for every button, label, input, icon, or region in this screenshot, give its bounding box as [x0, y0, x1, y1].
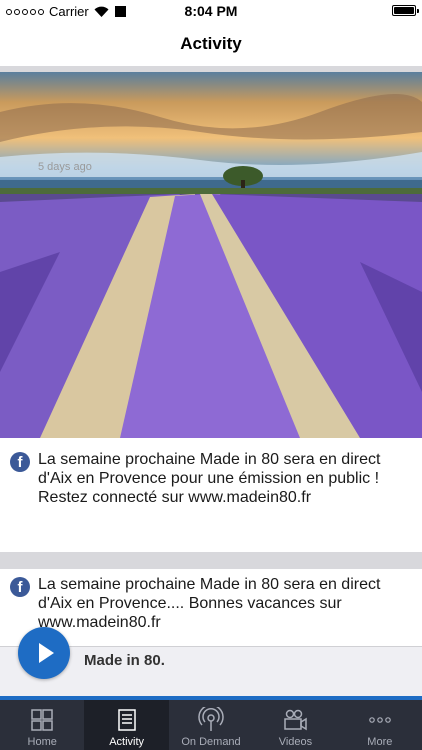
newspaper-icon: [117, 709, 136, 731]
tab-label: More: [367, 736, 393, 748]
status-time: 8:04 PM: [184, 3, 238, 19]
play-icon: [39, 643, 54, 663]
tab-home[interactable]: Home: [0, 700, 84, 750]
facebook-icon: f: [10, 577, 30, 597]
tab-label: Home: [27, 736, 57, 748]
post-text: La semaine prochaine Made in 80 sera en …: [38, 451, 381, 506]
more-icon: [369, 717, 391, 723]
post-timestamp: 5 days ago: [38, 161, 92, 173]
tab-label: On Demand: [181, 736, 241, 748]
feed-card[interactable]: f La semaine prochaine Made in 80 sera e…: [0, 72, 422, 552]
tab-label: Activity: [109, 736, 145, 748]
hero-photo: [0, 72, 422, 438]
tab-activity[interactable]: Activity: [84, 700, 169, 750]
podcast-icon: [198, 707, 224, 731]
post-item[interactable]: f La semaine prochaine Made in 80 sera e…: [0, 438, 422, 507]
grid-icon: [31, 709, 53, 731]
tab-bar: Home Activity On Demand Videos More: [0, 700, 422, 750]
page-title: Activity: [180, 34, 242, 53]
tab-more[interactable]: More: [338, 700, 422, 750]
player-title[interactable]: Made in 80.: [84, 652, 165, 669]
tab-label: Videos: [278, 736, 313, 748]
tab-videos[interactable]: Videos: [253, 700, 337, 750]
post-text: La semaine prochaine Made in 80 sera en …: [38, 576, 381, 631]
status-bar: Carrier 8:04 PM: [0, 0, 422, 22]
tab-on-demand[interactable]: On Demand: [169, 700, 253, 750]
battery-icon: [392, 5, 419, 16]
facebook-icon: f: [10, 452, 30, 472]
play-button[interactable]: [18, 627, 70, 679]
lavender-field-image: [0, 72, 422, 438]
activity-feed[interactable]: f La semaine prochaine Made in 80 sera e…: [0, 66, 422, 700]
video-icon: [284, 709, 308, 731]
post-item[interactable]: f La semaine prochaine Made in 80 sera e…: [0, 569, 422, 632]
navigation-bar: Activity: [0, 22, 422, 66]
